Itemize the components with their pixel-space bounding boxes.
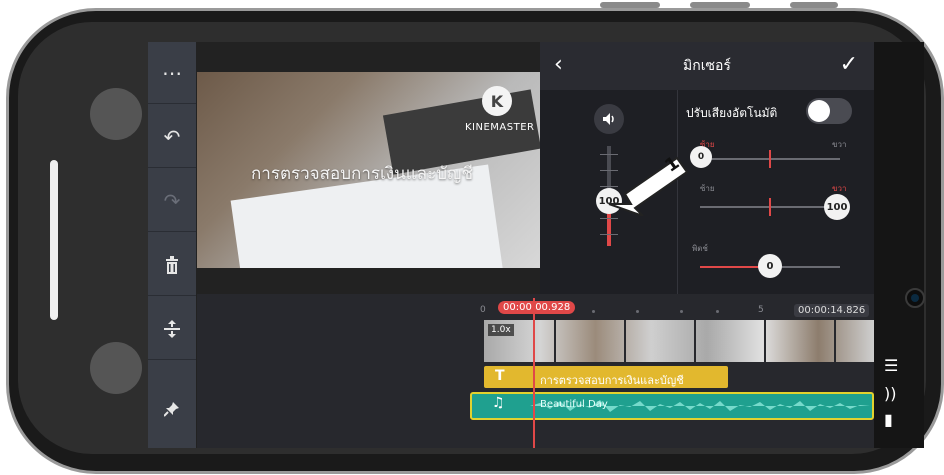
clip-divider — [694, 320, 696, 362]
undo-button[interactable]: ↶ — [148, 106, 196, 168]
mixer-panel: ‹ มิกเซอร์ ✓ 100 ปรับเสียงอัตโนมัติ ซ้าย… — [540, 42, 874, 294]
phone-sensor — [90, 342, 142, 394]
trash-icon — [166, 255, 178, 274]
balance-right-label: ขวา — [832, 184, 847, 193]
delete-button[interactable] — [148, 234, 196, 296]
music-icon: ♫ — [492, 395, 505, 411]
balance-value: 100 — [826, 201, 848, 213]
playhead[interactable] — [533, 298, 535, 448]
volume-tick — [600, 234, 618, 235]
ruler-dot — [716, 310, 719, 313]
more-icon: ⋯ — [162, 60, 182, 85]
clip-divider — [554, 320, 556, 362]
ruler-start: 0 — [480, 305, 486, 315]
camera-lens — [911, 294, 919, 302]
video-clip-track[interactable] — [484, 320, 874, 362]
end-time: 00:00:14.826 — [794, 304, 870, 317]
toggle-knob — [808, 100, 830, 122]
annotation-arrow — [608, 156, 689, 216]
more-button[interactable]: ⋯ — [148, 42, 196, 104]
ruler-dot — [592, 310, 595, 313]
front-camera — [905, 288, 925, 308]
video-speed-label: 1.0x — [488, 324, 514, 336]
redo-icon: ↷ — [163, 188, 181, 213]
right-side-panel — [874, 42, 924, 448]
phone-sensor — [90, 88, 142, 140]
pin-button[interactable] — [148, 378, 196, 440]
phone-speaker — [50, 160, 58, 320]
audio-icon[interactable]: )) — [884, 384, 896, 403]
layer-icon[interactable]: ☰ — [884, 356, 898, 375]
clip-divider — [834, 320, 836, 362]
balance-center-marker — [769, 198, 771, 216]
preview-overlay-text: การตรวจสอบการเงินและบัญชี — [251, 164, 474, 184]
pan-right-label: ขวา — [832, 140, 847, 149]
volume-button[interactable] — [594, 104, 624, 134]
ruler-dot — [680, 310, 683, 313]
ruler-dot — [636, 310, 639, 313]
speaker-icon — [603, 113, 614, 125]
kinemaster-logo: K — [482, 86, 512, 116]
confirm-icon[interactable]: ✓ — [840, 52, 858, 77]
current-time: 00:00:00.928 — [498, 301, 576, 314]
balance-left-label: ซ้าย — [700, 184, 715, 193]
volume-tick — [600, 218, 618, 219]
back-icon[interactable]: ‹ — [554, 52, 563, 77]
pitch-value: 0 — [766, 260, 774, 272]
pin-icon — [164, 402, 179, 417]
audio-clip-label: Beautiful Day — [540, 399, 608, 410]
logo-letter: K — [490, 91, 504, 111]
mixer-header: ‹ มิกเซอร์ ✓ — [540, 42, 874, 90]
text-clip-label: การตรวจสอบการเงินและบัญชี — [540, 374, 684, 387]
redo-button[interactable]: ↷ — [148, 170, 196, 232]
left-toolbar: ⋯ ↶ ↷ — [148, 42, 196, 448]
auto-volume-label: ปรับเสียงอัตโนมัติ — [686, 106, 778, 120]
balance-knob[interactable]: 100 — [824, 194, 850, 220]
watermark-text: KINEMASTER — [465, 122, 535, 133]
pitch-label: พิตช์ — [692, 244, 708, 253]
mixer-title: มิกเซอร์ — [683, 58, 731, 74]
device-frame: ⋯ ↶ ↷ การตรวจสอบการเงินและบัญชี K KINEMA… — [0, 0, 944, 475]
auto-volume-toggle[interactable] — [806, 98, 852, 124]
undo-icon: ↶ — [163, 124, 181, 149]
pan-center-marker — [769, 150, 771, 168]
text-clip-icon: T — [495, 368, 505, 384]
pitch-knob[interactable]: 0 — [758, 254, 782, 278]
split-icon — [164, 319, 180, 338]
split-button[interactable] — [148, 298, 196, 360]
media-icon[interactable]: ▮ — [884, 410, 893, 429]
clip-divider — [624, 320, 626, 362]
clip-divider — [764, 320, 766, 362]
ruler-mark: 5 — [758, 305, 764, 315]
video-preview[interactable]: การตรวจสอบการเงินและบัญชี K KINEMASTER — [197, 72, 542, 268]
